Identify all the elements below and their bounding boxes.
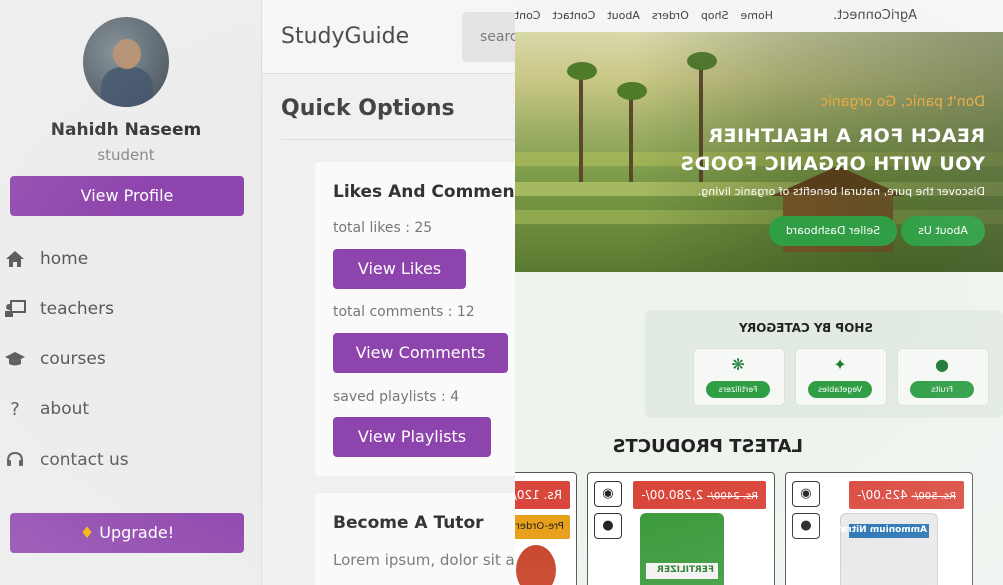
- product-card[interactable]: Rs. 120/- Pre-Order: [515, 472, 577, 585]
- product-card[interactable]: Rs. 2400/- 2,280.00/- ◉ ● FERTILIZER: [587, 472, 775, 585]
- price-badge: Rs. 500/- 425.00/-: [849, 481, 964, 509]
- card-title: Become A Tutor: [333, 513, 484, 533]
- hero-subtext: Discover the pure, natural benefits of o…: [697, 185, 985, 198]
- graduation-cap-icon: [4, 348, 26, 370]
- sidebar-item-home[interactable]: home: [4, 248, 88, 270]
- upgrade-button[interactable]: ♦ Upgrade!: [10, 513, 244, 553]
- old-price: Rs. 2400/-: [707, 491, 758, 502]
- chalkboard-teacher-icon: [4, 298, 26, 320]
- split-screen: Nahidh Naseem student View Profile home …: [0, 0, 1003, 585]
- new-price: 2,280.00/-: [641, 488, 704, 502]
- become-tutor-card: Become A Tutor Lorem ipsum, dolor sit am: [315, 493, 529, 585]
- new-price: 425.00/-: [857, 488, 908, 502]
- product-image: [516, 545, 556, 585]
- chat-icon[interactable]: ●: [792, 513, 820, 539]
- category-label: Fertilizers: [706, 381, 770, 398]
- old-price: Rs. 500/-: [911, 491, 956, 502]
- card-title: Likes And Comments: [333, 182, 533, 202]
- divider: [281, 139, 515, 140]
- total-likes: total likes : 25: [333, 220, 433, 236]
- profile-role: student: [97, 146, 155, 164]
- preorder-badge: Pre-Order: [515, 515, 570, 539]
- upgrade-label: Upgrade!: [99, 523, 175, 542]
- profile-name: Nahidh Naseem: [50, 120, 202, 140]
- category-fruits[interactable]: ● Fruits: [897, 348, 989, 406]
- price-badge: Rs. 120/-: [515, 481, 570, 509]
- chat-icon[interactable]: ●: [594, 513, 622, 539]
- page-title: Quick Options: [281, 96, 455, 121]
- home-icon: [4, 248, 26, 270]
- sidebar-item-about[interactable]: ? about: [4, 398, 89, 420]
- about-us-button[interactable]: About Us: [901, 216, 985, 246]
- category-vegetables[interactable]: ✦ Vegetables: [795, 348, 887, 406]
- apple-icon: ●: [935, 355, 949, 374]
- logo[interactable]: StudyGuide: [281, 24, 409, 49]
- sidebar-item-label: about: [40, 399, 90, 419]
- saved-playlists: saved playlists : 4: [333, 389, 460, 405]
- total-comments: total comments : 12: [333, 304, 475, 320]
- seller-dashboard-button[interactable]: Seller Dashboard: [769, 216, 897, 246]
- card-text: Lorem ipsum, dolor sit am: [333, 551, 530, 569]
- header: StudyGuide searc: [262, 0, 522, 74]
- carrot-icon: ✦: [833, 355, 847, 374]
- section-title: LATEST PRODUCTS: [612, 436, 803, 457]
- price-badge: Rs. 2400/- 2,280.00/-: [633, 481, 766, 509]
- sprout-icon: ❋: [731, 355, 745, 374]
- nav-link-contact-2[interactable]: Contact: [515, 9, 541, 22]
- hero-tagline: Don't panic, Go organic: [820, 94, 985, 110]
- sidebar-item-label: teachers: [40, 299, 114, 319]
- nav-link-about[interactable]: About: [607, 9, 640, 22]
- nav-link-orders[interactable]: Orders: [652, 9, 689, 22]
- mirrored-view: Home Shop Orders About Contact Contact A…: [515, 0, 1003, 585]
- nav-link-shop[interactable]: Shop: [701, 9, 729, 22]
- view-comments-button[interactable]: View Comments: [333, 333, 508, 373]
- bag-label: FERTILIZER: [657, 565, 714, 575]
- hero-headline: REACH FOR A HEALTHIER YOU WITH ORGANIC F…: [679, 125, 985, 175]
- gem-icon: ♦: [79, 523, 95, 542]
- category-fertilizers[interactable]: ❋ Fertilizers: [693, 348, 785, 406]
- sidebar-item-label: courses: [40, 349, 106, 369]
- question-icon: ?: [10, 398, 20, 420]
- studyguide-app: Nahidh Naseem student View Profile home …: [0, 0, 533, 585]
- category-label: Vegetables: [808, 381, 872, 398]
- nav-link-home[interactable]: Home: [741, 9, 773, 22]
- view-profile-button[interactable]: View Profile: [10, 176, 244, 216]
- agriconnect-app: Home Shop Orders About Contact Contact A…: [515, 0, 1003, 585]
- sidebar: Nahidh Naseem student View Profile home …: [0, 0, 262, 585]
- category-label: Fruits: [910, 381, 974, 398]
- product-image: FERTILIZER: [640, 513, 724, 585]
- avatar[interactable]: [83, 17, 169, 107]
- section-title: SHOP BY CATEGORY: [738, 321, 873, 335]
- brand-logo[interactable]: AgriConnect.: [833, 8, 917, 23]
- sidebar-item-courses[interactable]: courses: [4, 348, 106, 370]
- eye-icon[interactable]: ◉: [594, 481, 622, 507]
- nav-link-contact[interactable]: Contact: [553, 9, 596, 22]
- bag-label: Ammonium Nitrate: [830, 525, 927, 535]
- sidebar-item-label: home: [40, 249, 89, 269]
- navbar: Home Shop Orders About Contact Contact A…: [515, 0, 1003, 32]
- sidebar-item-contact[interactable]: contact us: [4, 449, 129, 471]
- product-image: Ammonium Nitrate: [831, 513, 938, 585]
- headset-icon: [4, 449, 26, 471]
- view-playlists-button[interactable]: View Playlists: [333, 417, 491, 457]
- sidebar-item-teachers[interactable]: teachers: [4, 298, 114, 320]
- search-input[interactable]: searc: [462, 12, 522, 62]
- view-likes-button[interactable]: View Likes: [333, 249, 466, 289]
- product-card[interactable]: Rs. 500/- 425.00/- ◉ ● Ammonium Nitrate: [785, 472, 973, 585]
- sidebar-item-label: contact us: [40, 450, 129, 470]
- eye-icon[interactable]: ◉: [792, 481, 820, 507]
- likes-comments-card: Likes And Comments total likes : 25 View…: [315, 162, 533, 476]
- hero-banner: Don't panic, Go organic REACH FOR A HEAL…: [515, 32, 1003, 272]
- nav-links: Home Shop Orders About Contact Contact: [515, 9, 773, 22]
